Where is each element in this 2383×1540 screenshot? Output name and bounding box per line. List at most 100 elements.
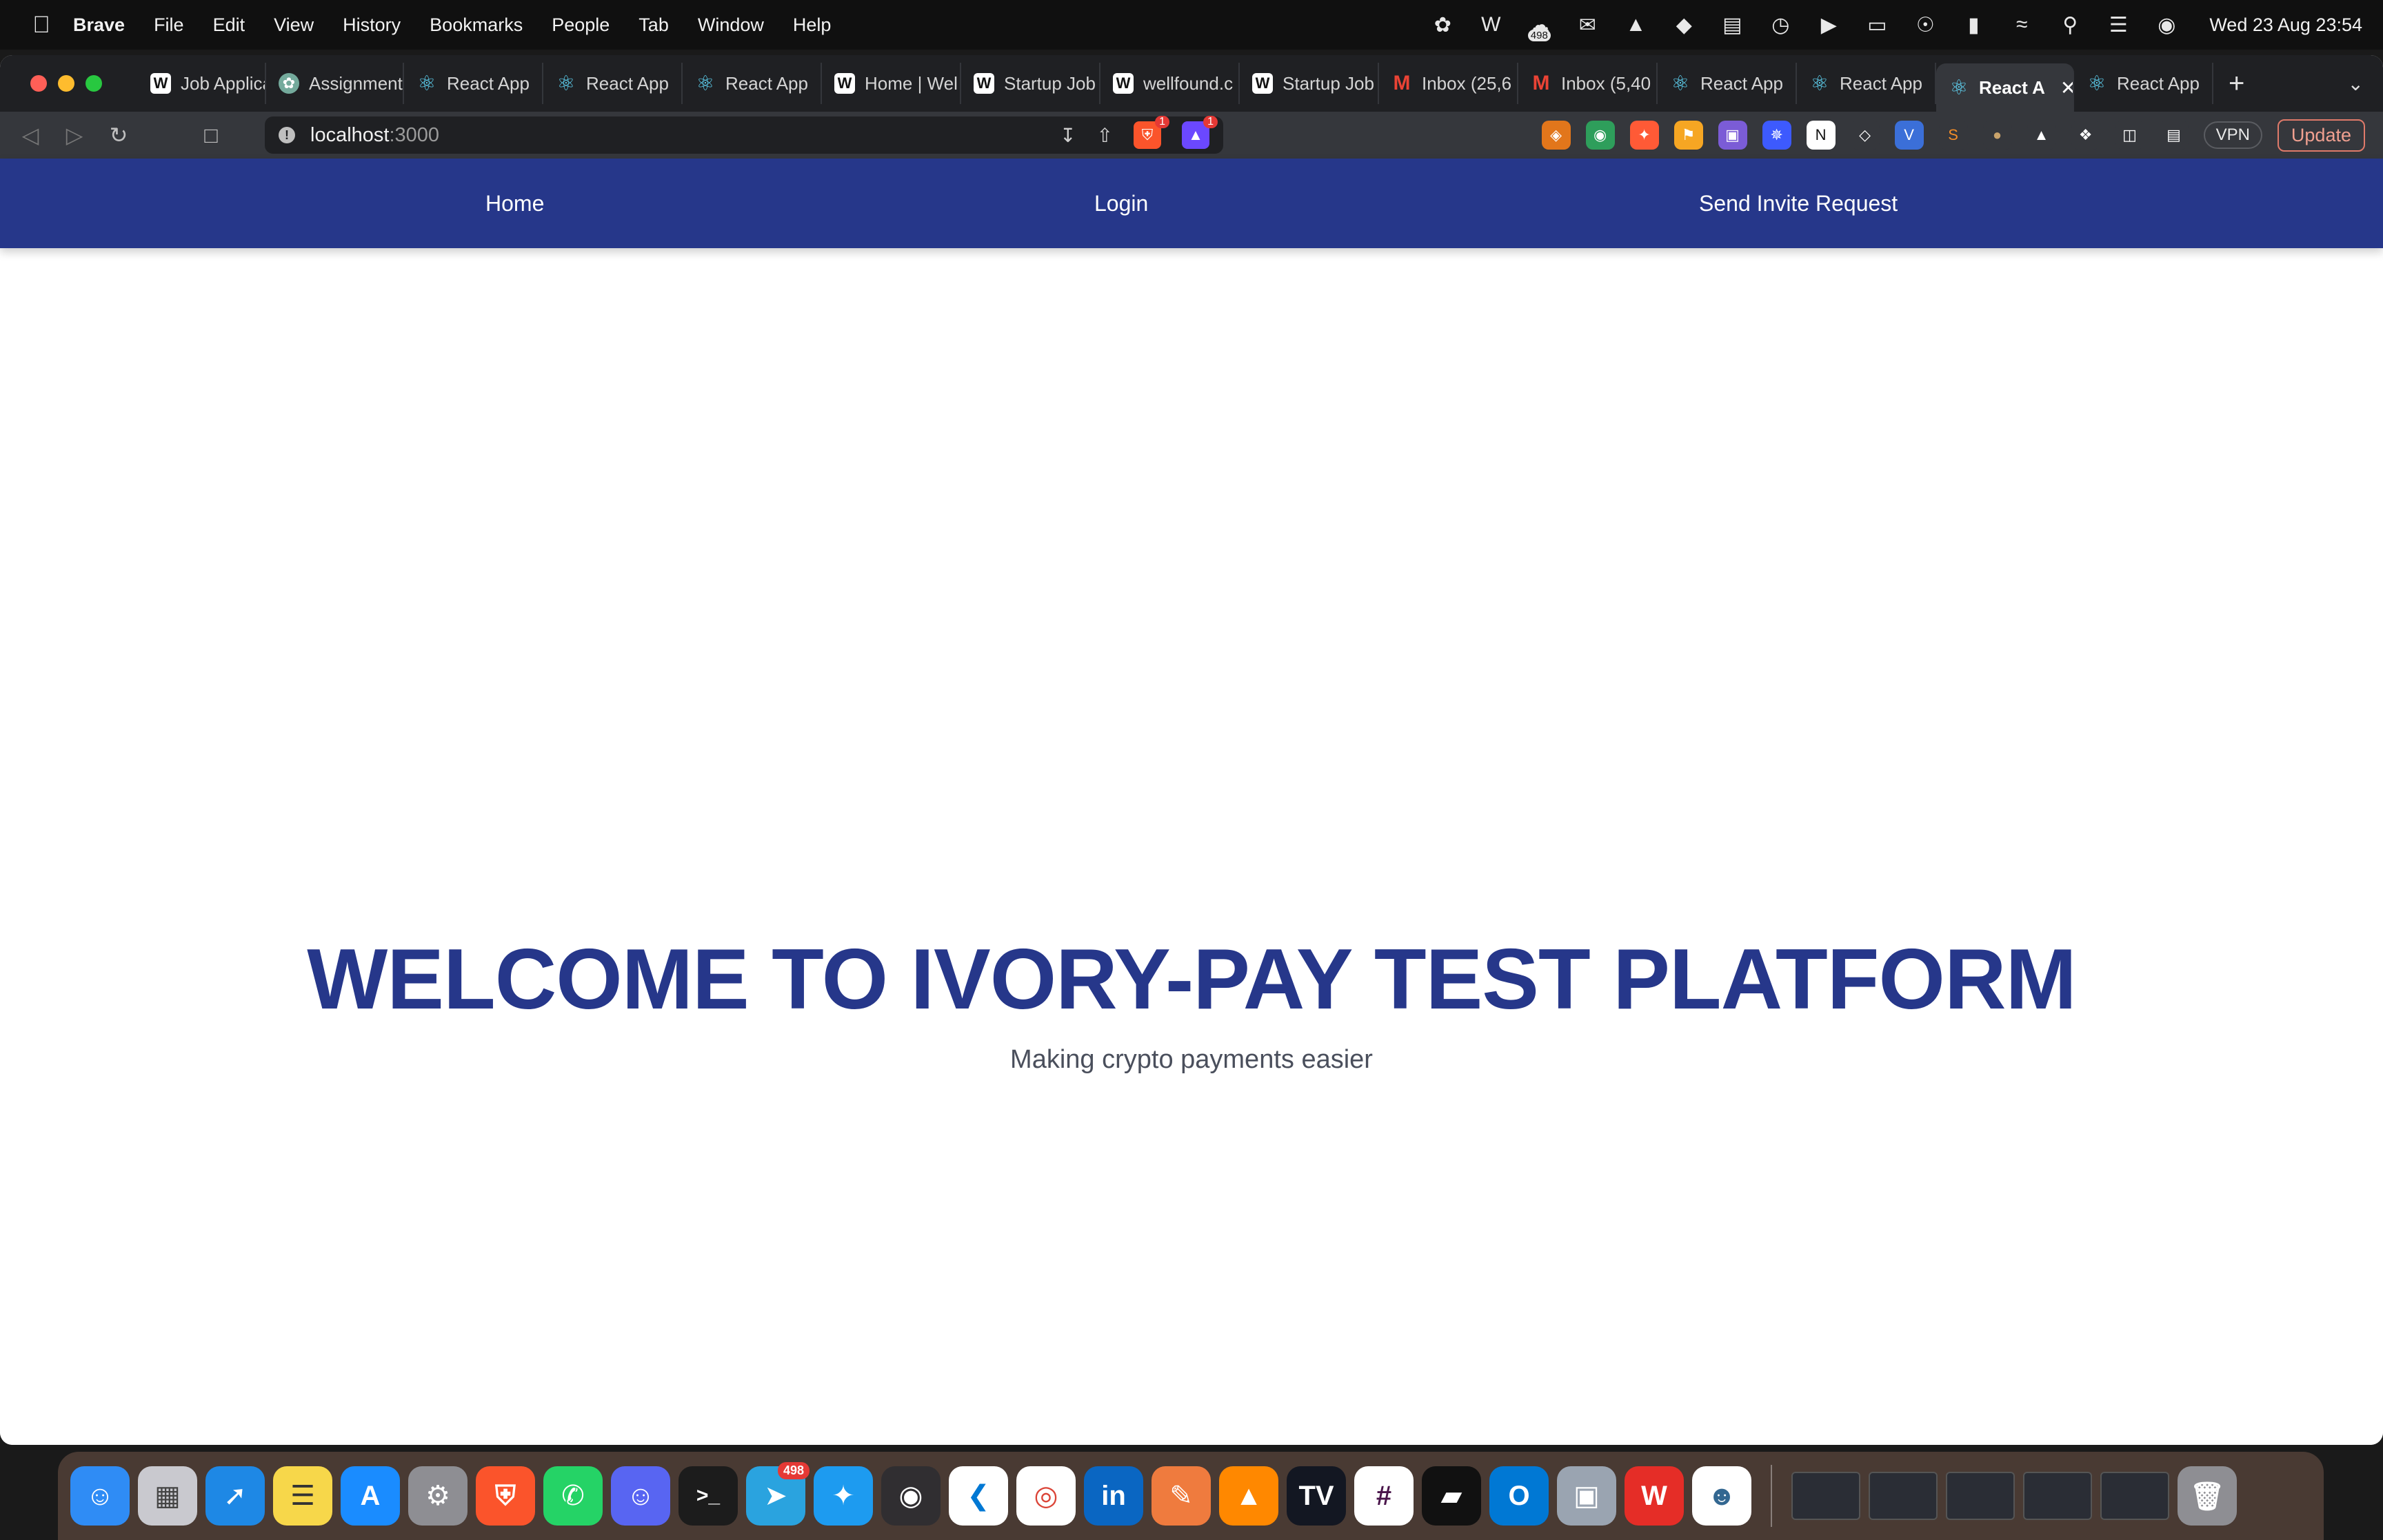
slack-icon[interactable]: # bbox=[1354, 1466, 1414, 1526]
menu-history[interactable]: History bbox=[343, 14, 401, 36]
wps-status-icon[interactable]: W bbox=[1477, 11, 1505, 39]
share-icon[interactable]: ⇧ bbox=[1097, 124, 1113, 147]
minimize-window-button[interactable] bbox=[58, 75, 74, 92]
tab-startup-jobs-2[interactable]: W Startup Job bbox=[1240, 63, 1379, 104]
memory-status-icon[interactable]: ▤ bbox=[1718, 11, 1746, 39]
vlc-status-icon[interactable]: ▲ bbox=[1622, 11, 1649, 39]
spotlight-search-icon[interactable]: ⚲ bbox=[2056, 11, 2084, 39]
tab-job-application[interactable]: W Job Applica bbox=[138, 63, 266, 104]
tab-assignment[interactable]: ✿ Assignment bbox=[266, 63, 404, 104]
screen-status-icon[interactable]: ▭ bbox=[1863, 11, 1891, 39]
bookmark-icon[interactable]: □ bbox=[189, 123, 233, 148]
tab-react-app-active[interactable]: ⚛ React A ✕ bbox=[1936, 63, 2074, 112]
install-icon[interactable]: ↧ bbox=[1060, 124, 1076, 147]
menu-file[interactable]: File bbox=[154, 14, 184, 36]
terminal-icon[interactable]: >_ bbox=[678, 1466, 738, 1526]
close-window-button[interactable] bbox=[30, 75, 47, 92]
menu-bookmarks[interactable]: Bookmarks bbox=[430, 14, 523, 36]
obs-icon[interactable]: ◉ bbox=[881, 1466, 941, 1526]
update-button[interactable]: Update bbox=[2277, 119, 2365, 152]
tab-inbox-1[interactable]: M Inbox (25,6 bbox=[1379, 63, 1518, 104]
discord-icon[interactable]: ☺ bbox=[611, 1466, 670, 1526]
outlook-status-icon[interactable]: ✉ bbox=[1573, 11, 1601, 39]
extension-v-icon[interactable]: V bbox=[1894, 121, 1924, 150]
play-status-icon[interactable]: ▶ bbox=[1815, 11, 1842, 39]
menu-help[interactable]: Help bbox=[793, 14, 832, 36]
vscode-icon[interactable]: ❮ bbox=[949, 1466, 1008, 1526]
tab-react-app-6[interactable]: ⚛ React App bbox=[2074, 63, 2213, 104]
vlc-icon[interactable]: ▲ bbox=[1219, 1466, 1278, 1526]
metamask-icon[interactable]: ◈ bbox=[1541, 121, 1571, 150]
linkedin-icon[interactable]: in bbox=[1084, 1466, 1143, 1526]
outlook-icon[interactable]: O bbox=[1489, 1466, 1549, 1526]
safari-icon[interactable]: ➚ bbox=[205, 1466, 265, 1526]
extension-flame-icon[interactable]: ▲ bbox=[2027, 121, 2056, 150]
extension-green-icon[interactable]: ◉ bbox=[1585, 121, 1615, 150]
extension-orange-icon[interactable]: ✦ bbox=[1629, 121, 1659, 150]
cloud-status-icon[interactable]: ☁ 498 bbox=[1525, 11, 1553, 41]
nav-send-invite-link[interactable]: Send Invite Request bbox=[1699, 191, 1898, 216]
extension-owl-icon[interactable]: ● bbox=[1982, 121, 2012, 150]
wallet-icon[interactable]: ▤ bbox=[2159, 121, 2189, 150]
extensions-puzzle-icon[interactable]: ❖ bbox=[2071, 121, 2100, 150]
menu-window[interactable]: Window bbox=[698, 14, 764, 36]
tab-react-app-3[interactable]: ⚛ React App bbox=[683, 63, 822, 104]
telegram-icon[interactable]: ➤ 498 bbox=[746, 1462, 810, 1526]
twitter-icon[interactable]: ✦ bbox=[814, 1466, 873, 1526]
time-machine-icon[interactable]: ◷ bbox=[1767, 11, 1794, 39]
finder-icon[interactable]: ☺ bbox=[70, 1466, 130, 1526]
back-button[interactable]: ◁ bbox=[8, 122, 52, 148]
menu-tab[interactable]: Tab bbox=[639, 14, 669, 36]
trash-icon[interactable]: 🗑 bbox=[2178, 1466, 2237, 1526]
site-info-icon[interactable]: ! bbox=[279, 127, 295, 143]
system-settings-icon[interactable]: ⚙ bbox=[408, 1466, 467, 1526]
accessibility-icon[interactable]: ☉ bbox=[1911, 11, 1939, 39]
wps-office-icon[interactable]: W bbox=[1625, 1466, 1684, 1526]
tab-react-app-1[interactable]: ⚛ React App bbox=[404, 63, 543, 104]
tab-startup-jobs-1[interactable]: W Startup Job bbox=[961, 63, 1100, 104]
sidebar-toggle-icon[interactable]: ◫ bbox=[2115, 121, 2144, 150]
menu-people[interactable]: People bbox=[552, 14, 610, 36]
menu-app-name[interactable]: Brave bbox=[73, 14, 125, 36]
new-tab-button[interactable]: + bbox=[2229, 68, 2244, 99]
nav-home-link[interactable]: Home bbox=[485, 191, 544, 216]
postman-icon[interactable]: ✎ bbox=[1152, 1466, 1211, 1526]
notion-icon[interactable]: N bbox=[1806, 121, 1836, 150]
wifi-icon[interactable]: ≈ bbox=[2008, 11, 2035, 39]
whatsapp-icon[interactable]: ✆ bbox=[543, 1466, 603, 1526]
control-center-icon[interactable]: ☰ bbox=[2104, 11, 2132, 39]
tab-home-wellfound[interactable]: W Home | Wel bbox=[822, 63, 961, 104]
minimized-window-thumbnail[interactable] bbox=[2100, 1472, 2169, 1520]
extension-blue-icon[interactable]: ✵ bbox=[1762, 121, 1791, 150]
minimized-window-thumbnail[interactable] bbox=[1791, 1472, 1860, 1520]
tab-react-app-2[interactable]: ⚛ React App bbox=[543, 63, 683, 104]
close-tab-icon[interactable]: ✕ bbox=[2060, 77, 2073, 99]
minimized-window-thumbnail[interactable] bbox=[2023, 1472, 2092, 1520]
brave-rewards-icon[interactable]: ▲ 1 bbox=[1182, 116, 1218, 149]
chrome-icon[interactable]: ◎ bbox=[1016, 1466, 1076, 1526]
battery-icon[interactable]: ▮ bbox=[1960, 11, 1987, 39]
activity-monitor-icon[interactable]: ▰ bbox=[1422, 1466, 1481, 1526]
pgadmin-icon[interactable]: ☻ bbox=[1692, 1466, 1751, 1526]
apple-menu-icon[interactable]:  bbox=[26, 12, 57, 39]
extension-s-icon[interactable]: S bbox=[1938, 121, 1968, 150]
zoom-window-button[interactable] bbox=[86, 75, 102, 92]
siri-icon[interactable]: ◉ bbox=[2153, 11, 2180, 39]
openai-status-icon[interactable]: ✿ bbox=[1429, 11, 1456, 39]
extension-yellow-icon[interactable]: ⚑ bbox=[1673, 121, 1703, 150]
app-status-icon[interactable]: ◆ bbox=[1670, 11, 1698, 39]
extension-diamond-icon[interactable]: ◇ bbox=[1850, 121, 1880, 150]
reload-button[interactable]: ↻ bbox=[97, 122, 141, 148]
brave-shields-icon[interactable]: ⛨ 1 bbox=[1134, 116, 1169, 149]
tab-wellfound[interactable]: Wwellfound.c bbox=[1100, 63, 1240, 104]
tab-inbox-2[interactable]: M Inbox (5,40 bbox=[1518, 63, 1658, 104]
launchpad-icon[interactable]: ▦ bbox=[138, 1466, 197, 1526]
nav-login-link[interactable]: Login bbox=[1094, 191, 1148, 216]
menu-edit[interactable]: Edit bbox=[213, 14, 245, 36]
minimized-window-thumbnail[interactable] bbox=[1946, 1472, 2015, 1520]
preview-icon[interactable]: ▣ bbox=[1557, 1466, 1616, 1526]
menu-view[interactable]: View bbox=[274, 14, 314, 36]
notes-icon[interactable]: ☰ bbox=[273, 1466, 332, 1526]
tab-react-app-5[interactable]: ⚛ React App bbox=[1797, 63, 1936, 104]
app-store-icon[interactable]: A bbox=[341, 1466, 400, 1526]
